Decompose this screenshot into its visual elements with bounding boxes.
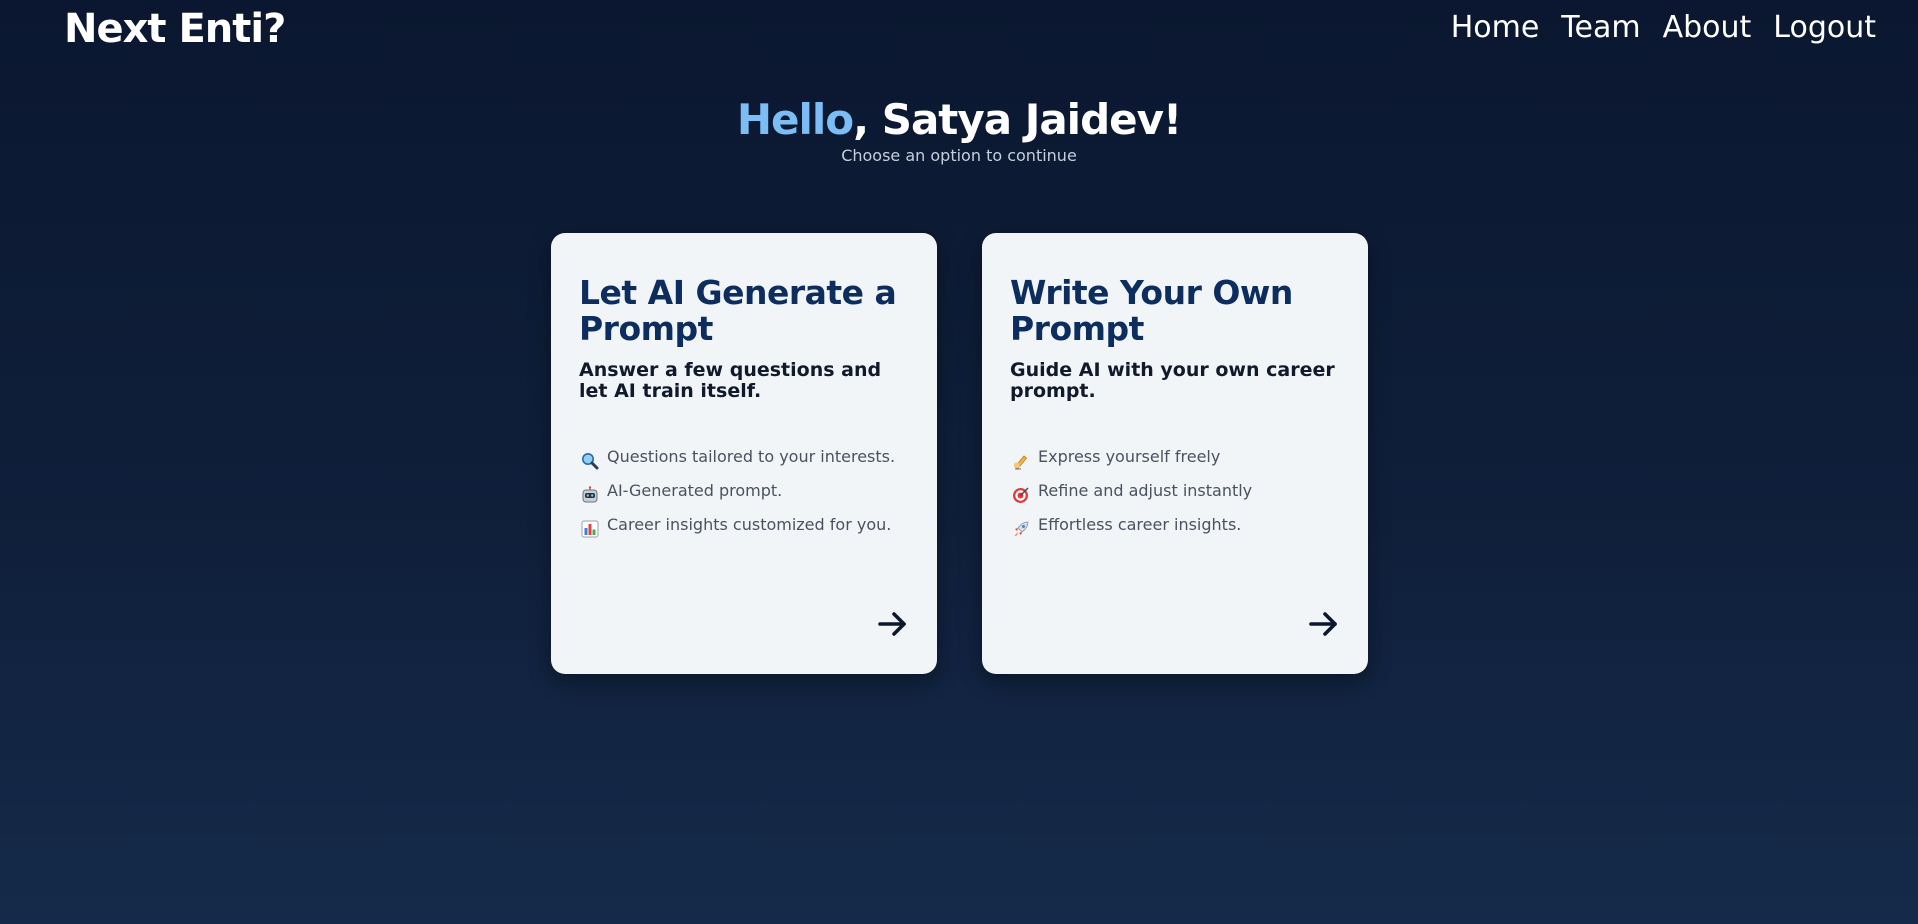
rocket-icon: [1012, 516, 1030, 536]
feature-item: Refine and adjust instantly: [1012, 474, 1340, 508]
ai-generate-card[interactable]: Let AI Generate a Prompt Answer a few qu…: [551, 233, 937, 674]
magnifier-icon: [581, 448, 599, 470]
navbar: Next Enti? Home Team About Logout: [0, 0, 1918, 64]
greeting: Hello, Satya Jaidev! Choose an option to…: [0, 94, 1918, 165]
greeting-accent: Hello: [736, 95, 854, 144]
feature-item: AI-Generated prompt.: [581, 474, 909, 508]
nav-home-link[interactable]: Home: [1451, 10, 1540, 45]
robot-icon: [581, 482, 599, 503]
nav-links: Home Team About Logout: [1451, 10, 1876, 45]
greeting-username: , Satya Jaidev!: [853, 95, 1182, 144]
target-icon: [1012, 482, 1030, 503]
feature-list: Questions tailored to your interests. AI…: [581, 440, 909, 542]
feature-item: Career insights customized for you.: [581, 508, 909, 542]
feature-item: Express yourself freely: [1012, 440, 1340, 474]
writing-hand-icon: [1012, 448, 1030, 470]
arrow-right-icon[interactable]: [1308, 608, 1340, 640]
card-title: Let AI Generate a Prompt: [579, 273, 897, 348]
feature-text: Effortless career insights.: [1038, 515, 1242, 534]
card-title: Write Your Own Prompt: [1010, 273, 1293, 348]
brand-logo[interactable]: Next Enti?: [64, 6, 286, 52]
nav-about-link[interactable]: About: [1663, 10, 1752, 45]
nav-team-link[interactable]: Team: [1561, 10, 1640, 45]
greeting-title: Hello, Satya Jaidev!: [0, 94, 1918, 146]
feature-text: Questions tailored to your interests.: [607, 447, 896, 466]
feature-text: AI-Generated prompt.: [607, 481, 783, 500]
write-own-card[interactable]: Write Your Own Prompt Guide AI with your…: [982, 233, 1368, 674]
card-description: Answer a few questions and let AI train …: [579, 359, 882, 402]
feature-text: Express yourself freely: [1038, 447, 1221, 466]
card-description: Guide AI with your own career prompt.: [1010, 359, 1335, 402]
nav-logout-link[interactable]: Logout: [1773, 10, 1876, 45]
arrow-right-icon[interactable]: [877, 608, 909, 640]
feature-list: Express yourself freely Refine and adjus…: [1012, 440, 1340, 542]
feature-item: Effortless career insights.: [1012, 508, 1340, 542]
feature-text: Refine and adjust instantly: [1038, 481, 1253, 500]
bar-chart-icon: [581, 516, 599, 538]
feature-item: Questions tailored to your interests.: [581, 440, 909, 474]
feature-text: Career insights customized for you.: [607, 515, 892, 534]
greeting-subtitle: Choose an option to continue: [841, 146, 1077, 165]
